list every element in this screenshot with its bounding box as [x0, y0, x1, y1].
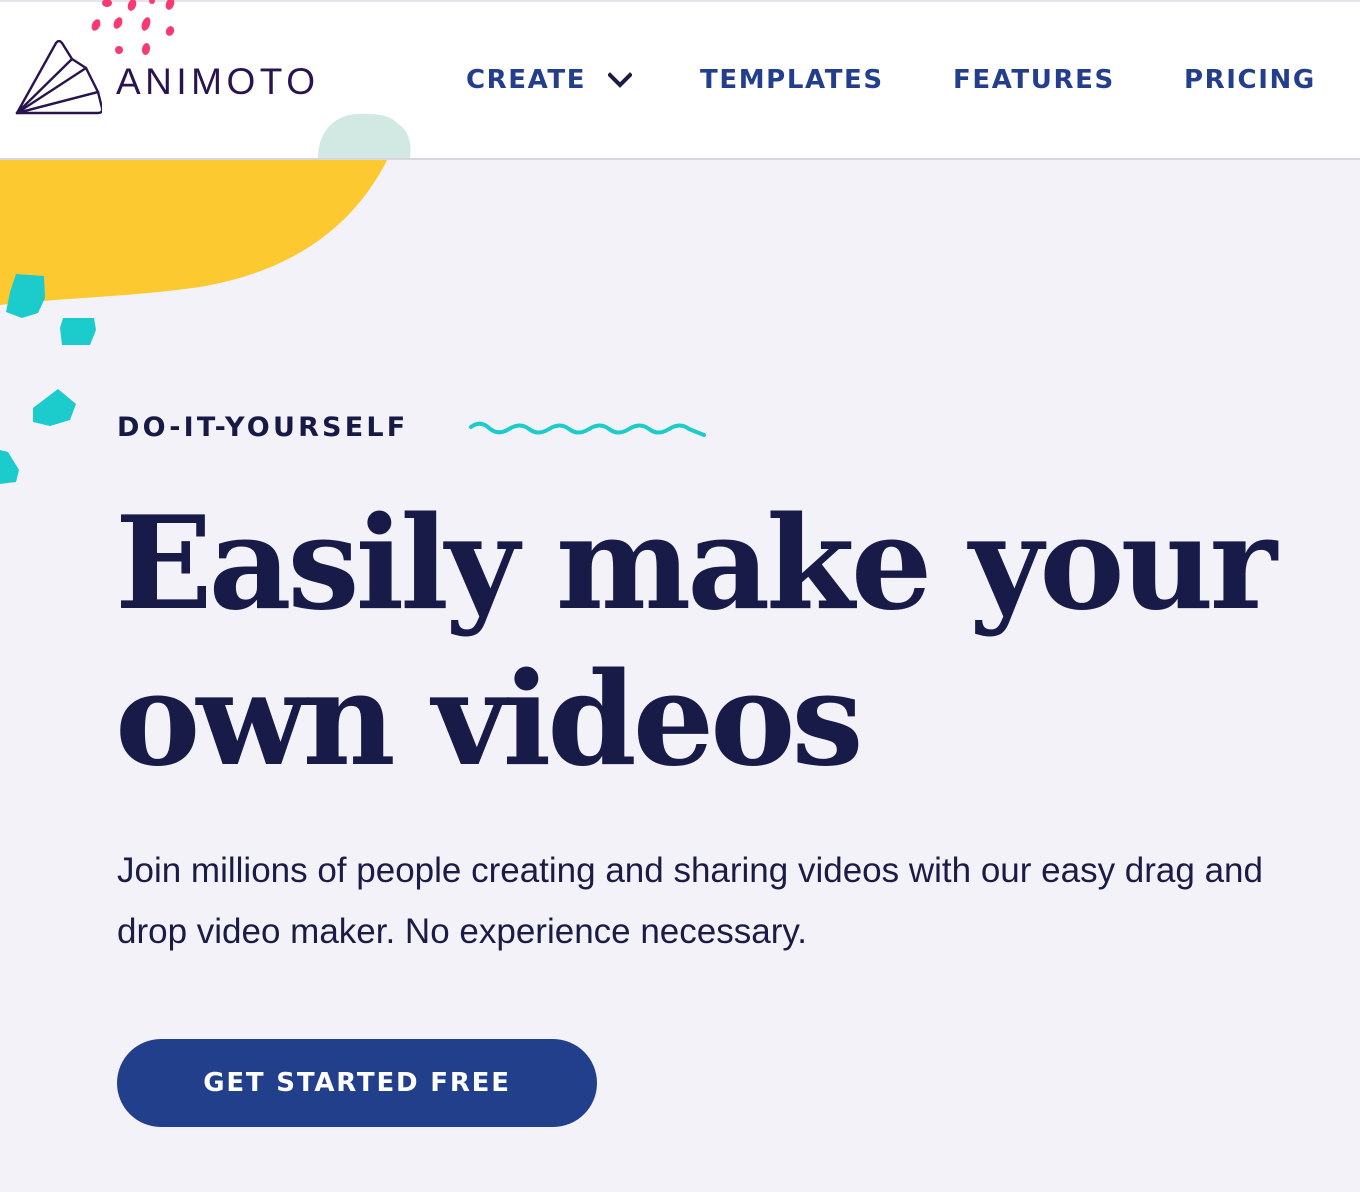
teal-brush-mark — [60, 318, 96, 345]
hero-headline: Easily make your own videos — [115, 486, 1315, 798]
chevron-down-icon[interactable] — [608, 72, 633, 88]
headline-line-1: Easily make your — [115, 489, 1277, 639]
main-nav: CREATE TEMPLATES FEATURES PRICING — [0, 62, 1360, 98]
nav-item-features[interactable]: FEATURES — [953, 62, 1115, 98]
get-started-free-button[interactable]: GET STARTED FREE — [117, 1039, 597, 1127]
nav-item-label: TEMPLATES — [700, 65, 884, 95]
teal-brush-mark — [6, 274, 45, 318]
eyebrow-label: DO-IT-YOURSELF — [117, 412, 409, 443]
nav-item-pricing[interactable]: PRICING — [1184, 62, 1316, 98]
nav-item-label: PRICING — [1184, 65, 1316, 95]
site-header: ANIMOTO CREATE TEMPLATES FEATURES PRICIN… — [0, 0, 1360, 160]
wavy-line-icon — [469, 421, 706, 437]
teal-brush-mark — [33, 389, 76, 426]
nav-item-create[interactable]: CREATE — [466, 62, 633, 98]
nav-item-label: CREATE — [466, 65, 587, 95]
hero-subtext: Join millions of people creating and sha… — [117, 851, 1263, 951]
teal-brush-mark — [0, 450, 19, 484]
headline-line-2: own videos — [115, 645, 864, 795]
nav-item-label: FEATURES — [953, 65, 1115, 95]
nav-item-templates[interactable]: TEMPLATES — [700, 62, 884, 98]
yellow-blob-shape — [0, 150, 392, 305]
